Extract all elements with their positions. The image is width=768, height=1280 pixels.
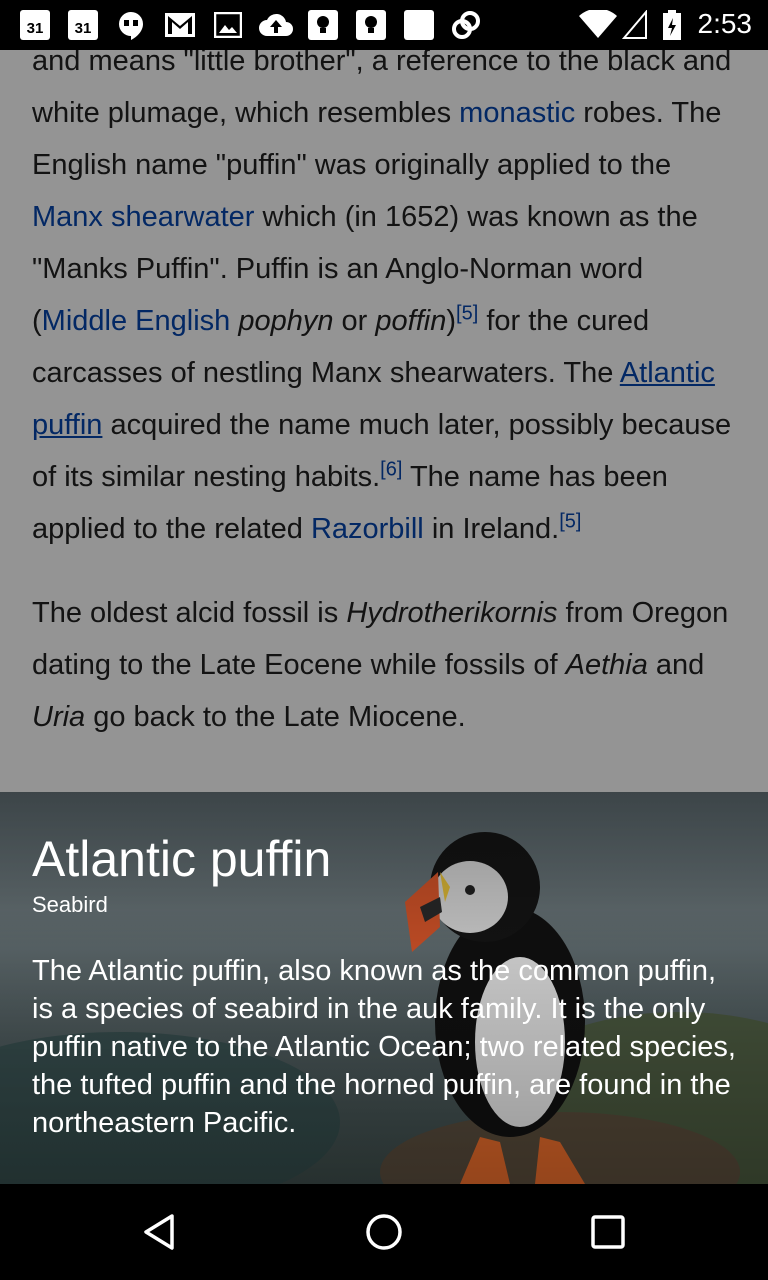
calendar-icon: 31 (68, 10, 98, 40)
preview-title: Atlantic puffin (32, 831, 332, 887)
cloud-upload-icon (258, 10, 294, 40)
navigation-bar (0, 1184, 768, 1280)
keep-icon (308, 10, 338, 40)
calendar-icon: 31 (20, 10, 50, 40)
link-preview-card[interactable]: Atlantic puffin Seabird The Atlantic puf… (0, 792, 768, 1184)
home-icon[interactable] (356, 1204, 412, 1260)
link-icon (450, 10, 484, 40)
hangouts-icon (116, 10, 146, 40)
recents-icon[interactable] (580, 1204, 636, 1260)
square-icon (404, 10, 434, 40)
status-bar: 31 31 2:53 (0, 0, 768, 50)
gmail-icon (164, 10, 196, 40)
wifi-icon (578, 10, 618, 40)
preview-subtitle: Seabird (32, 892, 108, 917)
image-icon (214, 10, 242, 40)
dim-overlay[interactable] (0, 50, 768, 792)
clock: 2:53 (697, 8, 753, 39)
preview-extract: The Atlantic puffin, also known as the c… (32, 955, 736, 1139)
battery-icon (662, 10, 682, 40)
back-icon[interactable] (132, 1204, 188, 1260)
signal-icon (622, 10, 648, 40)
keep-icon (356, 10, 386, 40)
